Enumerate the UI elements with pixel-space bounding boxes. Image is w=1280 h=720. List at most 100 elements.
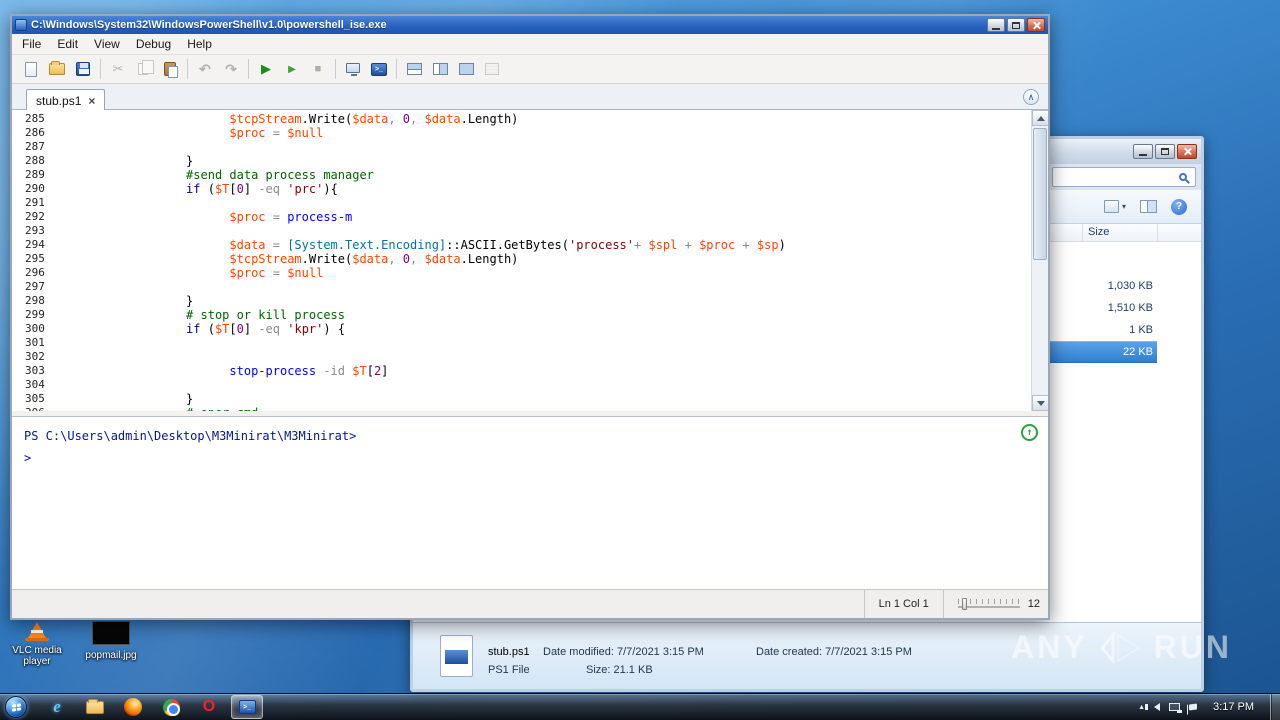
explorer-search-input[interactable] xyxy=(1058,169,1179,185)
taskbar-apps: e O >_ xyxy=(41,695,263,719)
taskbar-powershell-ise-button[interactable]: >_ xyxy=(231,695,263,719)
code-line: 302 xyxy=(12,350,1031,364)
new-script-button[interactable] xyxy=(18,57,44,81)
editor-vertical-scrollbar[interactable] xyxy=(1031,110,1048,411)
script-editor[interactable]: 285 $tcpStream.Write($data, 0, $data.Len… xyxy=(12,110,1048,411)
action-center-icon[interactable] xyxy=(1189,703,1198,711)
desktop-icon-popmail[interactable]: popmail.jpg xyxy=(82,620,140,661)
code-text[interactable]: # stop or kill process xyxy=(56,308,345,322)
search-box[interactable] xyxy=(1052,167,1196,187)
taskbar-chrome-button[interactable] xyxy=(155,695,187,719)
explorer-minimize-button[interactable] xyxy=(1133,144,1153,159)
menu-help[interactable]: Help xyxy=(179,35,220,53)
code-text[interactable]: } xyxy=(56,154,193,168)
taskbar-windows-explorer-button[interactable] xyxy=(79,695,111,719)
column-header-size[interactable]: Size xyxy=(1082,224,1157,241)
code-line: 286 $proc = $null xyxy=(12,126,1031,140)
cut-icon: ✂ xyxy=(112,61,124,76)
code-line: 290 if ($T[0] -eq 'prc'){ xyxy=(12,182,1031,196)
run-script-button[interactable]: ▶ xyxy=(253,57,279,81)
show-script-pane-right-button[interactable] xyxy=(427,57,453,81)
save-script-button[interactable] xyxy=(70,57,96,81)
taskbar-clock[interactable]: 3:17 PM xyxy=(1206,701,1261,713)
scroll-down-arrow[interactable] xyxy=(1032,395,1048,411)
show-command-addon-button[interactable] xyxy=(479,57,505,81)
code-text[interactable]: if ($T[0] -eq 'prc'){ xyxy=(56,182,338,196)
code-line: 301 xyxy=(12,336,1031,350)
help-button[interactable]: ? xyxy=(1171,198,1187,215)
zoom-slider-thumb[interactable] xyxy=(961,598,967,610)
console-input-line[interactable]: > xyxy=(24,447,1036,469)
menu-edit[interactable]: Edit xyxy=(49,35,86,53)
code-line: 294 $data = [System.Text.Encoding]::ASCI… xyxy=(12,238,1031,252)
code-text[interactable]: # oper cmd xyxy=(56,406,258,411)
line-number: 296 xyxy=(25,266,45,279)
desktop-icon-vlc[interactable]: VLC media player xyxy=(8,620,66,667)
run-selection-button[interactable]: ▶ xyxy=(279,57,305,81)
line-number: 302 xyxy=(25,350,45,363)
code-text[interactable]: } xyxy=(56,294,193,308)
zoom-slider[interactable] xyxy=(957,597,1020,611)
code-text[interactable]: $proc = process-m xyxy=(56,210,352,224)
code-text[interactable]: $proc = $null xyxy=(56,126,323,140)
tab-stub-ps1[interactable]: stub.ps1 × xyxy=(26,89,106,112)
tab-close-icon[interactable]: × xyxy=(88,95,95,107)
toolbar-separator xyxy=(396,59,397,79)
taskbar-internet-explorer-button[interactable]: e xyxy=(41,695,73,719)
vlc-icon xyxy=(25,622,49,641)
desktop[interactable]: { "desktop": { "icons": [ {"label": "VLC… xyxy=(0,0,1280,720)
console-collapse-icon[interactable]: ↑ xyxy=(1021,424,1038,441)
code-text[interactable]: #send data process manager xyxy=(56,168,374,182)
toolbar-separator xyxy=(187,59,188,79)
code-text[interactable]: $tcpStream.Write($data, 0, $data.Length) xyxy=(56,112,518,126)
redo-button[interactable]: ↷ xyxy=(218,57,244,81)
open-script-button[interactable] xyxy=(44,57,70,81)
column-header-tail xyxy=(1157,224,1201,241)
ise-titlebar[interactable]: C:\Windows\System32\WindowsPowerShell\v1… xyxy=(12,16,1048,34)
explorer-maximize-button[interactable] xyxy=(1155,144,1175,159)
start-button[interactable] xyxy=(5,696,27,718)
views-button[interactable]: ▾ xyxy=(1103,200,1126,213)
show-desktop-button[interactable] xyxy=(1270,694,1280,720)
taskbar-firefox-button[interactable] xyxy=(117,695,149,719)
ise-minimize-button[interactable] xyxy=(987,18,1005,32)
redo-icon: ↷ xyxy=(225,60,237,77)
hidden-icons-arrow[interactable]: ▲ xyxy=(1138,704,1145,711)
new-remote-powershell-tab-button[interactable] xyxy=(340,57,366,81)
stop-execution-button[interactable]: ■ xyxy=(305,57,331,81)
script-pane-collapse-button[interactable]: ∧ xyxy=(1023,89,1039,105)
undo-button[interactable]: ↶ xyxy=(192,57,218,81)
start-powershell-exe-button[interactable]: >_ xyxy=(366,57,392,81)
ise-window-icon xyxy=(15,19,27,31)
ps1-file-icon xyxy=(440,635,473,677)
paste-button[interactable] xyxy=(157,57,183,81)
explorer-close-button[interactable] xyxy=(1177,144,1197,159)
code-text[interactable]: $data = [System.Text.Encoding]::ASCII.Ge… xyxy=(56,238,785,252)
cut-button[interactable]: ✂ xyxy=(105,57,131,81)
scroll-up-arrow[interactable] xyxy=(1032,110,1048,126)
menu-debug[interactable]: Debug xyxy=(128,35,179,53)
line-col-indicator: Ln 1 Col 1 xyxy=(863,590,944,618)
menu-file[interactable]: File xyxy=(14,35,49,53)
taskbar-opera-button[interactable]: O xyxy=(193,695,225,719)
show-script-pane-maximized-button[interactable] xyxy=(453,57,479,81)
code-text[interactable]: stop-process -id $T[2] xyxy=(56,364,388,378)
menu-view[interactable]: View xyxy=(86,35,128,53)
copy-button[interactable] xyxy=(131,57,157,81)
console-pane[interactable]: PS C:\Users\admin\Desktop\M3Minirat\M3Mi… xyxy=(12,416,1048,589)
windows-explorer-icon xyxy=(86,698,104,714)
scrollbar-thumb[interactable] xyxy=(1033,128,1047,260)
code-text[interactable]: $proc = $null xyxy=(56,266,323,280)
code-text[interactable]: if ($T[0] -eq 'kpr') { xyxy=(56,322,345,336)
show-script-pane-top-button[interactable] xyxy=(401,57,427,81)
code-line: 292 $proc = process-m xyxy=(12,210,1031,224)
save-script-icon xyxy=(76,62,90,76)
ise-maximize-button[interactable] xyxy=(1007,18,1025,32)
zoom-ruler xyxy=(957,599,1020,604)
code-text[interactable]: $tcpStream.Write($data, 0, $data.Length) xyxy=(56,252,518,266)
network-icon[interactable] xyxy=(1169,703,1183,713)
volume-icon[interactable] xyxy=(1145,703,1161,711)
preview-pane-button[interactable] xyxy=(1140,200,1157,213)
code-text[interactable]: } xyxy=(56,392,193,406)
ise-close-button[interactable] xyxy=(1027,18,1045,32)
